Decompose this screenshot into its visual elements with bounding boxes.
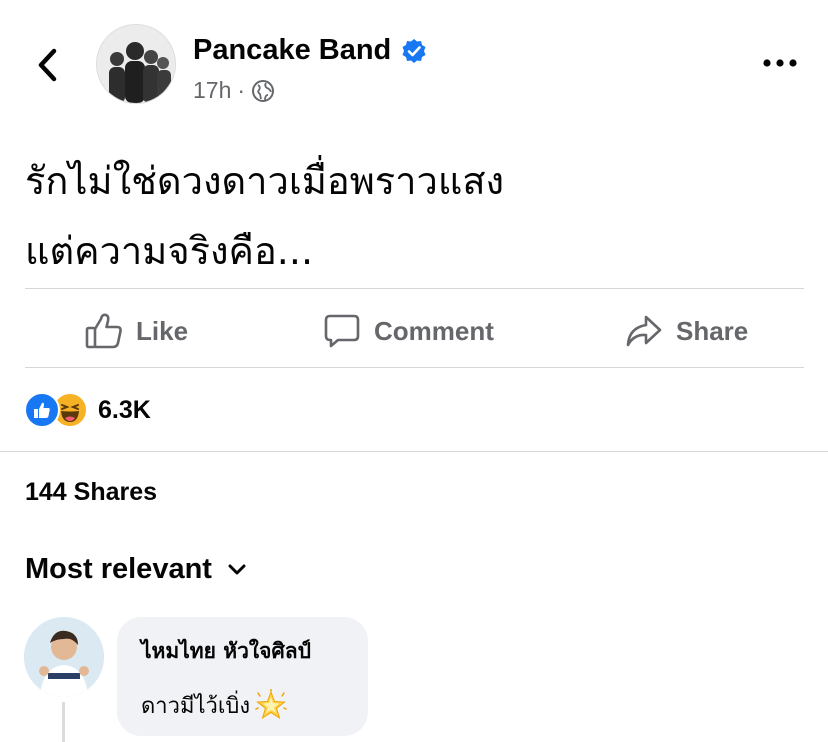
thumbs-up-icon: [85, 313, 122, 349]
comment-body: ดาวมีไว้เบิ่ง: [141, 688, 344, 723]
more-dots-icon: [763, 59, 797, 67]
reactions-summary[interactable]: 6.3K: [24, 392, 151, 428]
globe-icon: [252, 79, 275, 102]
verified-badge-icon: [402, 38, 426, 63]
post-text-line: รักไม่ใช่ดวงดาวเมื่อพราวแสง: [25, 159, 505, 203]
divider: [25, 367, 804, 368]
band-photo: [97, 25, 175, 103]
chevron-left-icon: [38, 48, 57, 82]
comment-button[interactable]: Comment: [322, 305, 494, 357]
shares-count[interactable]: 144 Shares: [25, 478, 157, 507]
reaction-count: 6.3K: [98, 395, 151, 424]
chevron-down-icon: [228, 564, 246, 574]
like-button[interactable]: Like: [84, 305, 188, 357]
comment-bubble: ไหมไทย หัวใจศิลป์ ดาวมีไว้เบิ่ง: [117, 617, 368, 736]
back-button[interactable]: [30, 45, 64, 85]
page-name-text: Pancake Band: [193, 34, 392, 66]
more-options-button[interactable]: [760, 48, 800, 78]
like-reaction-icon: [24, 392, 60, 428]
page-avatar[interactable]: [96, 24, 176, 104]
glowing-star-icon: [255, 688, 287, 719]
comment-sort-dropdown[interactable]: Most relevant: [25, 553, 246, 586]
sort-label: Most relevant: [25, 553, 212, 585]
comment-bubble-icon: [324, 314, 360, 348]
share-label: Share: [676, 315, 749, 346]
post-text-line: แต่ความจริงคือ...: [25, 229, 314, 273]
comment-author[interactable]: ไหมไทย หัวใจศิลป์: [141, 635, 344, 668]
page-name[interactable]: Pancake Band: [193, 34, 427, 67]
divider: [25, 288, 804, 289]
comment-text: ดาวมีไว้เบิ่ง: [141, 694, 251, 719]
reply-thread-line: [62, 702, 65, 742]
commenter-avatar[interactable]: [24, 617, 104, 697]
meta-separator: ·: [237, 77, 246, 103]
share-arrow-icon: [626, 315, 662, 347]
like-label: Like: [136, 315, 189, 346]
post-time[interactable]: 17h: [193, 77, 231, 104]
commenter-photo: [24, 617, 104, 697]
comment-label: Comment: [374, 315, 494, 346]
post-meta: 17h ·: [193, 77, 275, 104]
post-text: รักไม่ใช่ดวงดาวเมื่อพราวแสง แต่ความจริงค…: [25, 146, 805, 286]
share-button[interactable]: Share: [624, 305, 748, 357]
divider: [0, 451, 828, 452]
